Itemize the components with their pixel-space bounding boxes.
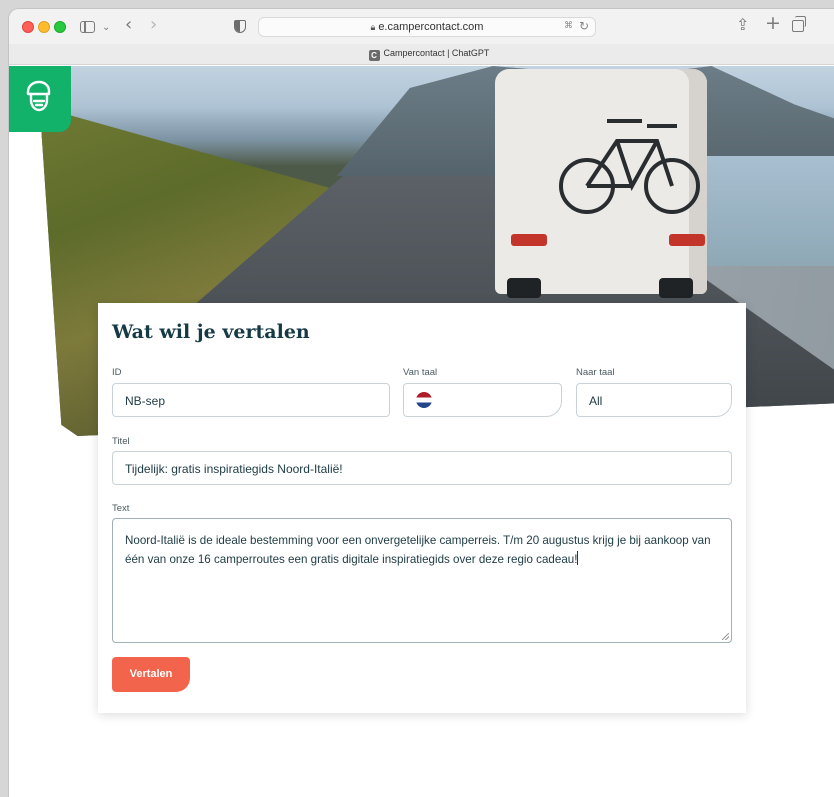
- reload-icon[interactable]: ↻: [579, 19, 589, 33]
- lock-icon: 🔒︎: [370, 23, 376, 33]
- camper-wheel-left: [507, 278, 541, 298]
- share-icon[interactable]: ⇪: [736, 16, 749, 34]
- netherlands-flag-icon: [416, 392, 432, 408]
- sidebar-toggle-icon[interactable]: [80, 21, 95, 33]
- id-value: NB-sep: [125, 394, 166, 408]
- form-title: Wat wil je vertalen: [112, 321, 310, 343]
- tab-bar: C Campercontact | ChatGPT: [9, 44, 834, 65]
- from-language-label: Van taal: [403, 367, 438, 378]
- title-label: Titel: [112, 436, 130, 447]
- chevron-down-icon[interactable]: ⌄: [102, 19, 110, 37]
- close-window-button[interactable]: [22, 21, 34, 33]
- favicon-icon: C: [368, 50, 380, 61]
- to-language-label: Naar taal: [576, 367, 615, 378]
- tab-title: Campercontact | ChatGPT: [383, 48, 490, 58]
- to-language-select[interactable]: All: [576, 383, 732, 417]
- title-field[interactable]: Tijdelijk: gratis inspiratiegids Noord-I…: [112, 451, 732, 485]
- forward-icon[interactable]: ›: [150, 16, 157, 34]
- tab-overview-icon[interactable]: [792, 16, 806, 32]
- mascot-icon: [26, 80, 51, 112]
- bicycle-icon: [559, 119, 700, 214]
- new-tab-icon[interactable]: +: [765, 14, 781, 33]
- browser-window: ⌄ ‹ › 🔒︎ e.campercontact.com ⌘ ↻ ⇪ + C Cam…: [9, 9, 834, 797]
- text-area[interactable]: Noord-Italië is de ideale bestemming voo…: [112, 518, 732, 643]
- campercontact-logo[interactable]: [9, 66, 71, 132]
- translate-button[interactable]: Vertalen: [112, 657, 190, 692]
- title-value: Tijdelijk: gratis inspiratiegids Noord-I…: [125, 462, 343, 476]
- text-label: Text: [112, 503, 130, 514]
- id-label: ID: [112, 367, 122, 378]
- camper-wheel-right: [659, 278, 693, 298]
- browser-toolbar: ⌄ ‹ › 🔒︎ e.campercontact.com ⌘ ↻ ⇪ +: [9, 9, 834, 44]
- text-value: Noord-Italië is de ideale bestemming voo…: [125, 534, 711, 566]
- page-content: Wat wil je vertalen ID NB-sep Van taal N…: [9, 66, 834, 797]
- address-text: 🔒︎ e.campercontact.com: [259, 21, 595, 33]
- zoom-window-button[interactable]: [54, 21, 66, 33]
- resize-handle-icon[interactable]: [722, 633, 729, 640]
- back-icon[interactable]: ‹: [125, 16, 132, 34]
- active-tab[interactable]: C Campercontact | ChatGPT: [9, 48, 834, 61]
- translate-icon[interactable]: ⌘: [564, 21, 573, 31]
- text-cursor: [577, 551, 579, 565]
- minimize-window-button[interactable]: [38, 21, 50, 33]
- url-label: e.campercontact.com: [378, 21, 484, 33]
- translate-form-card: Wat wil je vertalen ID NB-sep Van taal N…: [98, 303, 746, 713]
- to-language-value: All: [589, 394, 603, 408]
- address-bar[interactable]: 🔒︎ e.campercontact.com ⌘ ↻: [258, 17, 596, 37]
- camper-taillight-left: [511, 234, 547, 246]
- id-field[interactable]: NB-sep: [112, 383, 390, 417]
- camper-taillight-right: [669, 234, 705, 246]
- from-language-select[interactable]: [403, 383, 562, 417]
- privacy-shield-icon[interactable]: [234, 20, 246, 33]
